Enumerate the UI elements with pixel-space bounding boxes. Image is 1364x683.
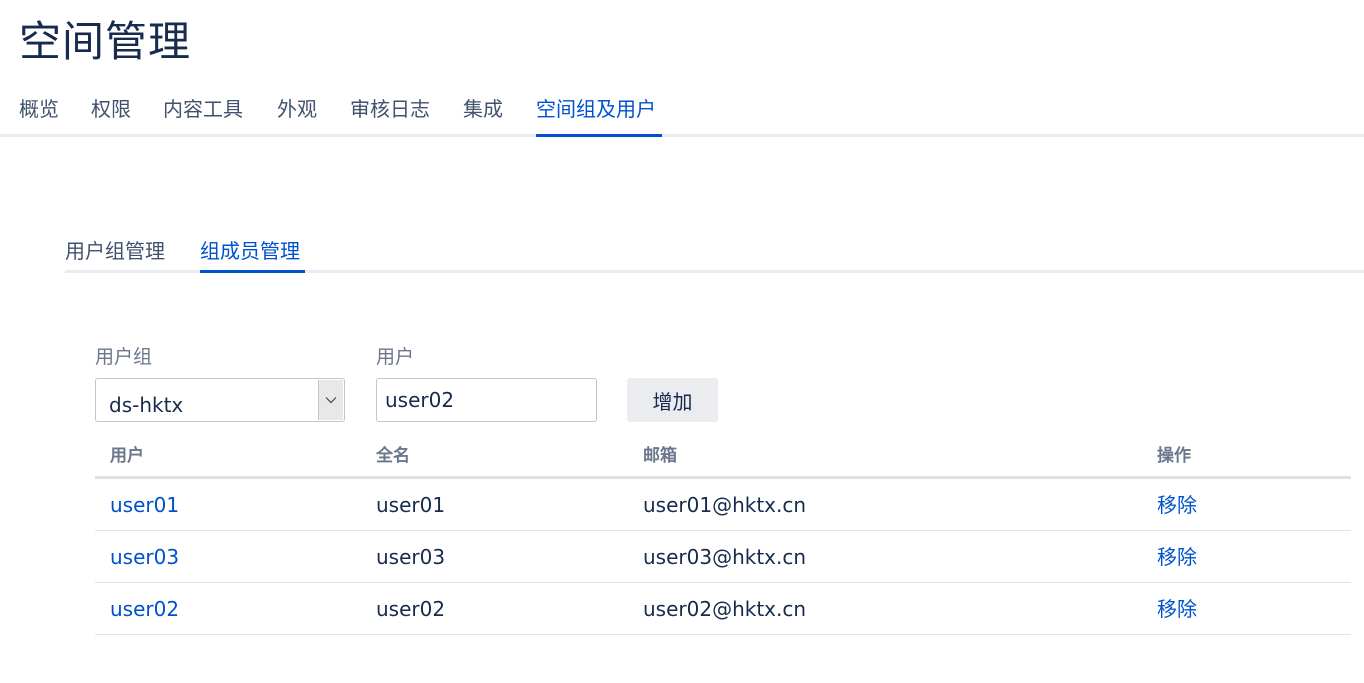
remove-link[interactable]: 移除 bbox=[1157, 544, 1197, 570]
user-link[interactable]: user03 bbox=[110, 544, 179, 570]
column-header-full-name: 全名 bbox=[376, 446, 410, 466]
tab-content-tools[interactable]: 内容工具 bbox=[163, 96, 243, 122]
full-name-cell: user01 bbox=[376, 493, 446, 517]
page-title: 空间管理 bbox=[19, 17, 192, 66]
group-field-label: 用户组 bbox=[95, 346, 153, 368]
tab-overview[interactable]: 概览 bbox=[19, 96, 59, 122]
email-cell: user03@hktx.cn bbox=[643, 545, 807, 569]
email-cell: user01@hktx.cn bbox=[643, 493, 807, 517]
tab-permissions[interactable]: 权限 bbox=[91, 96, 131, 122]
add-button[interactable]: 增加 bbox=[627, 378, 718, 422]
column-header-user: 用户 bbox=[110, 446, 144, 466]
active-tab-indicator bbox=[536, 134, 662, 137]
table-row: user01 user01 user01@hktx.cn 移除 bbox=[95, 479, 1351, 531]
user-input[interactable] bbox=[376, 378, 597, 422]
tab-integrations[interactable]: 集成 bbox=[463, 96, 503, 122]
tab-group-management[interactable]: 用户组管理 bbox=[65, 238, 165, 264]
space-admin-tabs: 概览 权限 内容工具 外观 审核日志 集成 空间组及用户 bbox=[0, 88, 1364, 137]
table-row: user03 user03 user03@hktx.cn 移除 bbox=[95, 531, 1351, 583]
group-select-value: ds-hktx bbox=[109, 393, 184, 417]
user-link[interactable]: user02 bbox=[110, 596, 179, 622]
user-link[interactable]: user01 bbox=[110, 492, 179, 518]
column-header-action: 操作 bbox=[1157, 446, 1191, 466]
email-cell: user02@hktx.cn bbox=[643, 597, 807, 621]
table-row: user02 user02 user02@hktx.cn 移除 bbox=[95, 583, 1351, 635]
remove-link[interactable]: 移除 bbox=[1157, 596, 1197, 622]
chevron-down-icon[interactable] bbox=[318, 380, 343, 420]
tab-space-groups-users[interactable]: 空间组及用户 bbox=[536, 96, 656, 122]
members-table: 用户 全名 邮箱 操作 user01 user01 user01@hktx.cn… bbox=[95, 433, 1351, 635]
full-name-cell: user03 bbox=[376, 545, 446, 569]
group-admin-subtabs: 用户组管理 组成员管理 bbox=[65, 230, 1364, 273]
tab-member-management[interactable]: 组成员管理 bbox=[200, 238, 300, 264]
full-name-cell: user02 bbox=[376, 597, 446, 621]
group-select[interactable]: ds-hktx bbox=[95, 378, 345, 422]
tab-audit-log[interactable]: 审核日志 bbox=[350, 96, 430, 122]
active-subtab-indicator bbox=[200, 270, 305, 273]
remove-link[interactable]: 移除 bbox=[1157, 492, 1197, 518]
user-field-label: 用户 bbox=[376, 346, 415, 368]
column-header-email: 邮箱 bbox=[643, 446, 677, 466]
table-header: 用户 全名 邮箱 操作 bbox=[95, 433, 1351, 479]
tab-look-and-feel[interactable]: 外观 bbox=[277, 96, 317, 122]
